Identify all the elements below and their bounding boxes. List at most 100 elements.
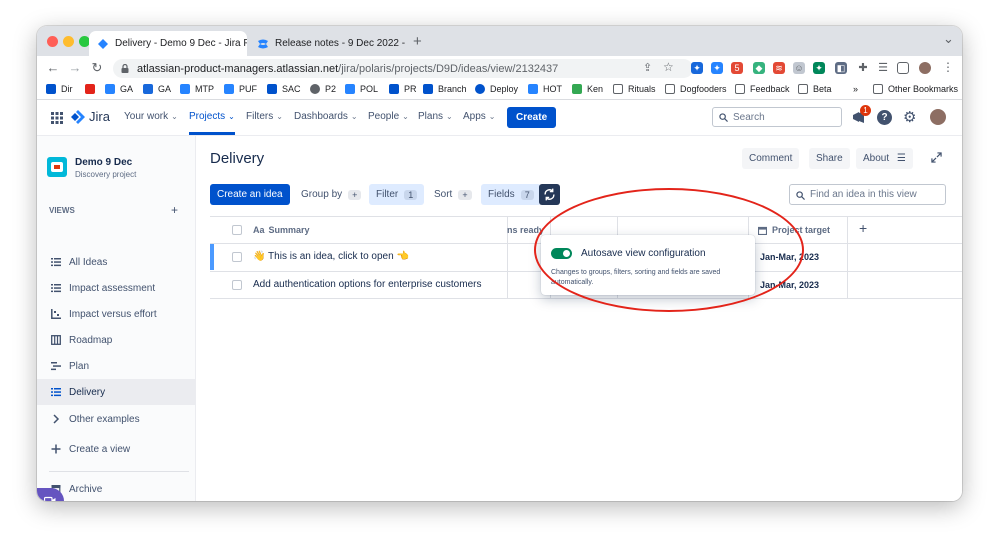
- create-idea-button[interactable]: Create an idea: [210, 184, 290, 205]
- bookmark-dir[interactable]: Dir: [46, 84, 73, 94]
- close-tab-icon[interactable]: ✕: [405, 37, 407, 50]
- browser-tab-delivery[interactable]: Delivery - Demo 9 Dec - Jira P ✕: [89, 31, 247, 56]
- bookmark-pr[interactable]: PR: [389, 84, 417, 94]
- sidebar-item-roadmap[interactable]: Roadmap: [37, 327, 195, 353]
- bookmark-other-bookmarks[interactable]: Other Bookmarks: [873, 84, 958, 94]
- bookmark-branch[interactable]: Branch: [423, 84, 467, 94]
- column-header-project-target[interactable]: Project target: [758, 225, 830, 235]
- extension-sparkle-icon[interactable]: ✦: [691, 62, 703, 74]
- jira-icon: [180, 84, 190, 94]
- jira-search-input[interactable]: Search: [712, 107, 842, 127]
- search-icon: [796, 191, 805, 200]
- column-header-ready[interactable]: ns ready: [507, 225, 544, 235]
- extension-shield-icon[interactable]: ◆: [753, 62, 765, 74]
- close-window-button[interactable]: [47, 36, 58, 47]
- bookmark-deploy[interactable]: Deploy: [475, 84, 518, 94]
- sidebar-item-impact-versus-effort[interactable]: Impact versus effort: [37, 301, 195, 327]
- bookmark-p2[interactable]: P2: [310, 84, 336, 94]
- bookmark-sac[interactable]: SAC: [267, 84, 301, 94]
- bookmarks-overflow-button[interactable]: »: [853, 84, 858, 94]
- bookmark-ga[interactable]: GA: [105, 84, 133, 94]
- column-header-summary[interactable]: Aa Summary: [253, 225, 310, 235]
- nav-projects[interactable]: Projects ⌄: [189, 111, 235, 122]
- add-column-button[interactable]: +: [859, 220, 867, 236]
- bookmark-rituals[interactable]: Rituals: [613, 84, 656, 94]
- sort-button[interactable]: Sort +: [427, 184, 479, 205]
- settings-gear-icon[interactable]: ⚙: [903, 108, 916, 126]
- project-type: Discovery project: [75, 170, 137, 179]
- nav-your-work[interactable]: Your work ⌄: [124, 111, 178, 122]
- group-by-button[interactable]: Group by +: [294, 184, 369, 205]
- extension-cube-icon[interactable]: ◧: [835, 62, 847, 74]
- extension-badge-icon[interactable]: 5: [731, 62, 743, 74]
- profile-avatar[interactable]: [919, 62, 931, 74]
- sidebar-item-impact-assessment[interactable]: Impact assessment: [37, 275, 195, 301]
- minimize-window-button[interactable]: [63, 36, 74, 47]
- select-all-checkbox[interactable]: [232, 225, 242, 235]
- notifications-button[interactable]: 1: [852, 105, 871, 126]
- share-button[interactable]: Share: [809, 148, 850, 169]
- create-view-button[interactable]: Create a view: [37, 436, 195, 462]
- filter-button[interactable]: Filter 1: [369, 184, 425, 205]
- nav-plans[interactable]: Plans ⌄: [418, 111, 453, 122]
- reading-list-icon[interactable]: ☰: [877, 62, 889, 74]
- bookmark-pol[interactable]: POL: [345, 84, 378, 94]
- browser-toolbar: ← → ↻ atlassian-product-managers.atlassi…: [37, 56, 962, 81]
- address-bar[interactable]: atlassian-product-managers.atlassian.net…: [113, 59, 693, 78]
- browser-tab-release-notes[interactable]: Release notes - 9 Dec 2022 - ✕: [249, 31, 407, 56]
- sidebar-item-plan[interactable]: Plan: [37, 353, 195, 379]
- lock-icon: [121, 64, 129, 73]
- browser-menu-icon[interactable]: ⋮: [942, 60, 954, 74]
- autosave-button[interactable]: [539, 184, 560, 205]
- back-icon[interactable]: ←: [42, 60, 64, 75]
- nav-apps[interactable]: Apps ⌄: [463, 111, 496, 122]
- help-icon[interactable]: ?: [877, 110, 892, 125]
- bookmark-beta[interactable]: Beta: [798, 84, 832, 94]
- create-button[interactable]: Create: [507, 107, 557, 128]
- side-panel-icon[interactable]: [897, 62, 909, 74]
- project-target-value[interactable]: Jan-Mar, 2023: [760, 252, 819, 262]
- extension-face-icon[interactable]: ☺: [793, 62, 805, 74]
- forward-icon[interactable]: →: [64, 60, 86, 75]
- row-checkbox[interactable]: [232, 280, 242, 290]
- bookmark-red-icon[interactable]: [85, 84, 100, 94]
- bookmark-ga[interactable]: GA: [143, 84, 171, 94]
- expand-fullscreen-icon[interactable]: [931, 152, 942, 163]
- sidebar-item-other-examples[interactable]: Other examples: [37, 406, 195, 432]
- bookmark-ken[interactable]: Ken: [572, 84, 603, 94]
- extension-sparkle-icon[interactable]: ✦: [711, 62, 723, 74]
- idea-summary[interactable]: 👋 This is an idea, click to open 👈: [253, 251, 409, 262]
- extension-sparkle-icon[interactable]: ✦: [813, 62, 825, 74]
- nav-filters[interactable]: Filters ⌄: [246, 111, 283, 122]
- fields-button[interactable]: Fields 7: [481, 184, 541, 205]
- sidebar-item-all-ideas[interactable]: All Ideas: [37, 249, 195, 275]
- bookmark-mtp[interactable]: MTP: [180, 84, 214, 94]
- user-avatar[interactable]: [930, 109, 946, 125]
- project-name[interactable]: Demo 9 Dec: [75, 157, 132, 168]
- bookmark-dogfooders[interactable]: Dogfooders: [665, 84, 727, 94]
- nav-dashboards[interactable]: Dashboards ⌄: [294, 111, 358, 122]
- about-button[interactable]: About ☰: [856, 148, 913, 169]
- idea-summary[interactable]: Add authentication options for enterpris…: [253, 279, 481, 290]
- reload-icon[interactable]: ↻: [86, 60, 108, 76]
- bookmark-star-icon[interactable]: ☆: [663, 60, 674, 74]
- extension-jira-icon[interactable]: ≋: [773, 62, 785, 74]
- bookmark-hot[interactable]: HOT: [528, 84, 562, 94]
- new-tab-button[interactable]: +: [413, 33, 422, 50]
- row-checkbox[interactable]: [232, 252, 242, 262]
- sidebar-item-delivery[interactable]: Delivery: [37, 379, 195, 405]
- tab-search-button[interactable]: ⌄: [943, 31, 954, 47]
- globe-icon: [310, 84, 320, 94]
- nav-people[interactable]: People ⌄: [368, 111, 409, 122]
- bookmark-feedback[interactable]: Feedback: [735, 84, 790, 94]
- project-target-value[interactable]: Jan-Mar, 2023: [760, 280, 819, 290]
- add-view-button[interactable]: +: [171, 203, 178, 217]
- bookmark-puf[interactable]: PUF: [224, 84, 257, 94]
- jira-logo[interactable]: Jira: [71, 109, 110, 124]
- share-page-icon[interactable]: ⇪: [643, 61, 652, 74]
- find-idea-input[interactable]: Find an idea in this view: [789, 184, 946, 205]
- comment-button[interactable]: Comment: [742, 148, 800, 169]
- extensions-puzzle-icon[interactable]: ✚: [857, 62, 869, 74]
- autosave-toggle[interactable]: [551, 248, 572, 259]
- app-switcher-icon[interactable]: [51, 112, 63, 124]
